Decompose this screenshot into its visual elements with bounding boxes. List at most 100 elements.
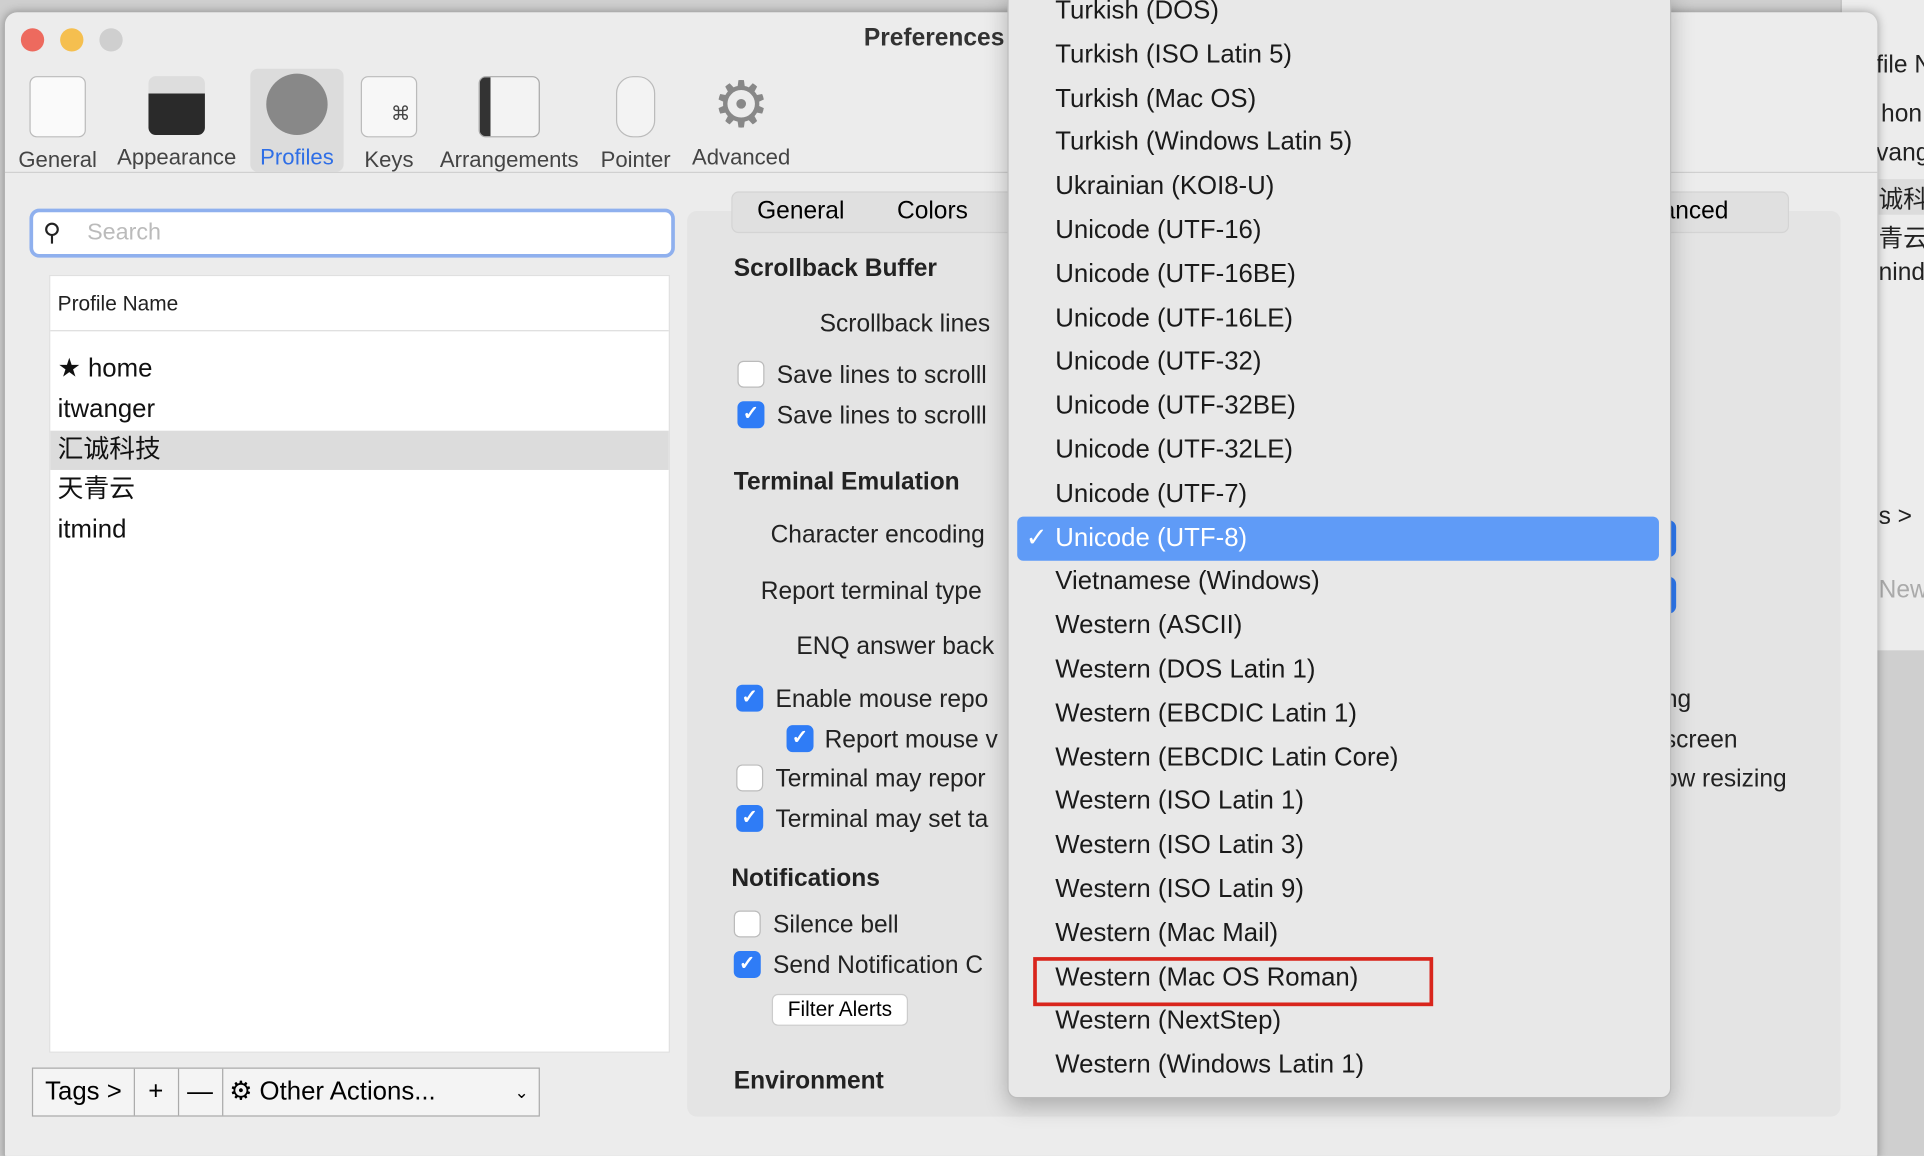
setting-label-right: ow resizing — [1663, 765, 1787, 793]
menu-item[interactable]: Turkish (DOS) — [1055, 0, 1219, 33]
bg-text: nind — [1878, 258, 1924, 286]
toolbar-label: Appearance — [117, 144, 237, 170]
menu-item[interactable]: Unicode (UTF-16BE) — [1055, 253, 1296, 297]
notifications-heading: Notifications — [731, 865, 880, 893]
menu-item[interactable]: Ukrainian (KOI8-U) — [1055, 165, 1274, 209]
bg-text: s > — [1878, 503, 1913, 531]
column-header-profile-name[interactable]: Profile Name — [50, 276, 669, 332]
environment-heading: Environment — [733, 1067, 884, 1095]
silence-bell-checkbox[interactable] — [733, 910, 761, 938]
menu-item[interactable]: Western (EBCDIC Latin 1) — [1055, 692, 1357, 736]
menu-item-label: Unicode (UTF-7) — [1055, 479, 1248, 508]
menu-item[interactable]: Turkish (Mac OS) — [1055, 77, 1256, 121]
scrollback-heading: Scrollback Buffer — [733, 255, 937, 283]
toolbar-general[interactable]: General — [12, 69, 103, 172]
menu-item-label: Unicode (UTF-16) — [1055, 215, 1262, 245]
menu-item[interactable]: Unicode (UTF-16LE) — [1055, 296, 1293, 340]
menu-item-label: Turkish (Mac OS) — [1055, 84, 1257, 113]
filter-alerts-button[interactable]: Filter Alerts — [771, 993, 909, 1026]
profile-row[interactable]: ★ home — [50, 350, 668, 389]
bg-text: New — [1878, 576, 1924, 604]
menu-item[interactable]: Western (ASCII) — [1055, 604, 1242, 648]
mouse-icon — [615, 76, 656, 138]
menu-item-label: Western (EBCDIC Latin Core) — [1055, 743, 1399, 772]
profile-row-selected[interactable]: 汇诚科技 — [50, 430, 669, 470]
menu-item[interactable]: Western (Mac Mail) — [1055, 911, 1278, 955]
menu-item[interactable]: Turkish (Windows Latin 5) — [1055, 121, 1352, 165]
save-lines-checkbox-2[interactable]: ✓ — [737, 401, 765, 429]
profile-actions-bar: Tags > + — ⚙ Other Actions... ⌄ — [31, 1067, 540, 1117]
bg-text: hon — [1881, 100, 1923, 128]
menu-item[interactable]: Unicode (UTF-16) — [1055, 209, 1261, 253]
save-lines-checkbox-1[interactable] — [737, 360, 765, 388]
menu-item[interactable]: Western (Windows Latin 1) — [1055, 1043, 1364, 1087]
remove-profile-button[interactable]: — — [178, 1068, 224, 1116]
tab-colors[interactable]: Colors — [897, 198, 968, 226]
toolbar-arrangements[interactable]: Arrangements — [432, 69, 587, 172]
menu-item-label: Unicode (UTF-32BE) — [1055, 391, 1296, 420]
toolbar-label: General — [18, 147, 97, 172]
zoom-button[interactable] — [99, 28, 123, 52]
toolbar-label: Keys — [364, 147, 414, 172]
tags-button[interactable]: Tags > — [33, 1068, 135, 1116]
minimize-button[interactable] — [60, 28, 84, 52]
report-mouse-label: Report mouse v — [824, 726, 998, 754]
profile-row[interactable]: 天青云 — [50, 470, 668, 509]
menu-item-label: Ukrainian (KOI8-U) — [1055, 172, 1275, 201]
terminal-emulation-heading: Terminal Emulation — [733, 468, 960, 496]
menu-item-label: Unicode (UTF-32LE) — [1055, 435, 1293, 464]
menu-item-label: Western (Windows Latin 1) — [1055, 1050, 1365, 1079]
toolbar-appearance[interactable]: Appearance — [113, 69, 241, 172]
search-input[interactable]: ⚲ Search — [29, 208, 675, 258]
menu-item-label: Vietnamese (Windows) — [1055, 567, 1320, 596]
menu-item[interactable]: Western (DOS Latin 1) — [1055, 648, 1315, 692]
add-profile-button[interactable]: + — [134, 1068, 180, 1116]
menu-item-label: Unicode (UTF-16LE) — [1055, 303, 1293, 333]
menu-item[interactable]: Vietnamese (Windows) — [1055, 560, 1319, 604]
windows-stack-icon — [478, 76, 540, 138]
report-mouse-checkbox[interactable]: ✓ — [786, 725, 814, 753]
setting-label-right: screen — [1663, 726, 1738, 754]
enable-mouse-checkbox[interactable]: ✓ — [736, 684, 764, 712]
menu-item[interactable]: Turkish (ISO Latin 5) — [1055, 33, 1292, 77]
menu-item-selected[interactable]: ✓ Unicode (UTF-8) — [1017, 516, 1659, 561]
screen: file N hon vang 诚科 青云 nind s > New Prefe… — [0, 0, 1924, 1156]
menu-item[interactable]: Unicode (UTF-32LE) — [1055, 428, 1293, 472]
menu-item-label: Unicode (UTF-16BE) — [1055, 259, 1296, 289]
toolbar-label: Profiles — [260, 144, 334, 170]
terminal-may-set-label: Terminal may set ta — [775, 806, 989, 834]
profile-row[interactable]: itmind — [50, 510, 668, 549]
toolbar-advanced[interactable]: ⚙ Advanced — [685, 69, 798, 172]
bg-text: vang — [1876, 139, 1924, 167]
menu-item[interactable]: Western (EBCDIC Latin Core) — [1055, 736, 1398, 780]
menu-item[interactable]: Unicode (UTF-32) — [1055, 340, 1261, 384]
menu-item[interactable]: Western (ISO Latin 3) — [1055, 824, 1304, 868]
tab-general[interactable]: General — [757, 198, 844, 226]
menu-item-label: Western (EBCDIC Latin 1) — [1055, 699, 1357, 728]
menu-item[interactable]: Unicode (UTF-7) — [1055, 472, 1247, 516]
toolbar-pointer[interactable]: Pointer — [594, 69, 677, 172]
scrollback-lines-label: Scrollback lines — [819, 310, 991, 338]
terminal-may-report-checkbox[interactable] — [736, 764, 764, 792]
other-actions-dropdown[interactable]: ⚙ Other Actions... ⌄ — [222, 1069, 539, 1116]
menu-item-label: Western (NextStep) — [1055, 1006, 1282, 1035]
gear-icon: ⚙ — [712, 69, 770, 142]
close-button[interactable] — [20, 28, 45, 52]
send-notification-checkbox[interactable]: ✓ — [733, 950, 761, 978]
menu-item-label: Turkish (ISO Latin 5) — [1055, 40, 1293, 69]
character-encoding-label: Character encoding — [770, 521, 985, 549]
toolbar-keys[interactable]: ⌘ Keys — [353, 69, 424, 172]
menu-item-label: Unicode (UTF-32) — [1055, 347, 1262, 376]
toolbar-profiles[interactable]: Profiles — [250, 68, 344, 172]
menu-item[interactable]: Unicode (UTF-32BE) — [1055, 384, 1296, 428]
profile-row[interactable]: itwanger — [50, 390, 668, 429]
terminal-may-set-checkbox[interactable]: ✓ — [736, 804, 764, 832]
toggle-switch-icon — [29, 76, 86, 138]
menu-item-label: Turkish (DOS) — [1055, 0, 1219, 25]
terminal-window-icon — [148, 76, 205, 135]
menu-item[interactable]: Western (ISO Latin 1) — [1055, 780, 1304, 824]
profile-list: Profile Name ★ home itwanger 汇诚科技 天青云 it… — [49, 274, 670, 1053]
checkmark-icon: ✓ — [1025, 523, 1048, 552]
window-title: Preferences — [863, 24, 1005, 52]
menu-item[interactable]: Western (ISO Latin 9) — [1055, 868, 1304, 912]
